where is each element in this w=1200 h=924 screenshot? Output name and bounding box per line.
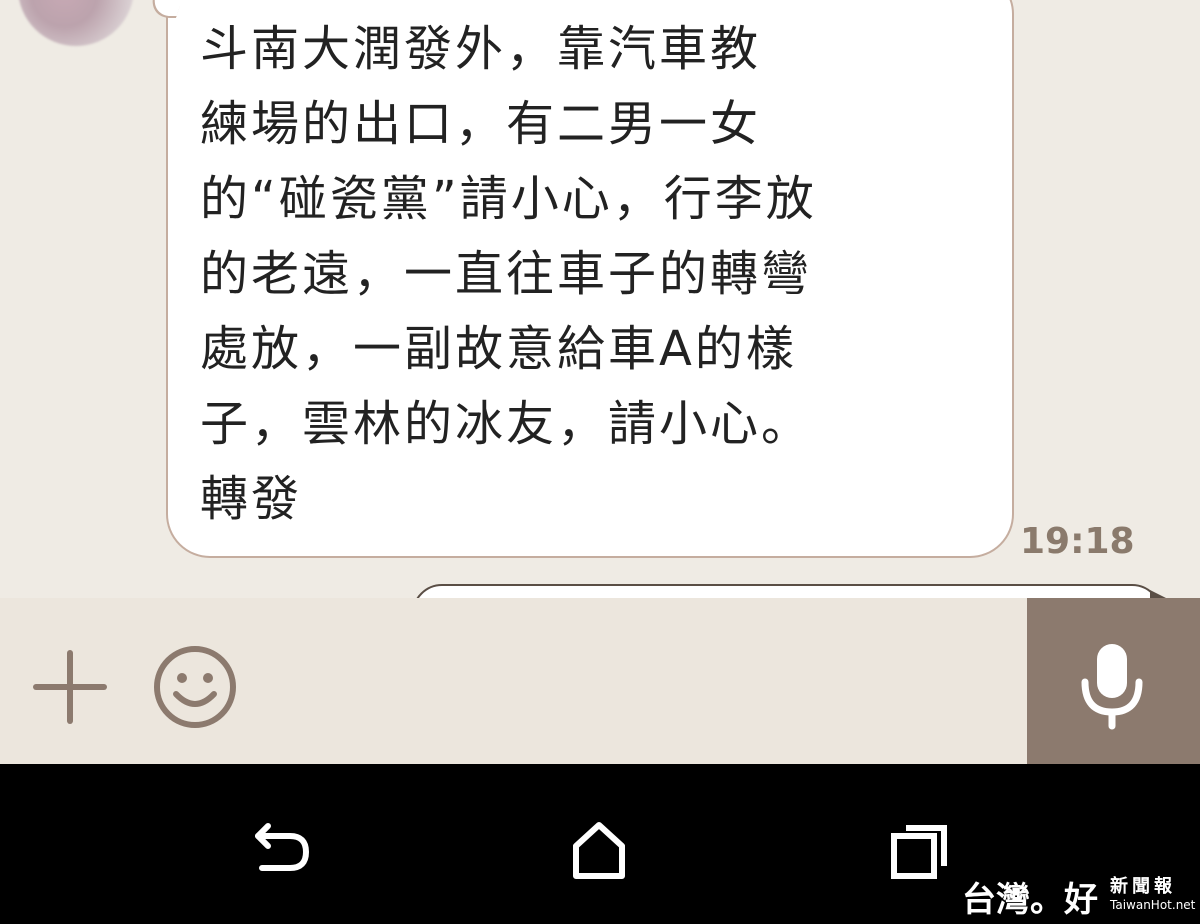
watermark-site: TaiwanHot.net [1110,898,1196,912]
message-line: 的“碰瓷黨”請小心，行李放 [200,171,817,227]
sender-avatar[interactable] [18,0,134,46]
plus-icon [33,650,107,724]
next-message-bubble-tail [1150,590,1166,598]
message-text: 斗南大潤發外，靠汽車教 練場的出口，有二男一女 的“碰瓷黨”請小心，行李放 的老… [200,12,1000,537]
message-line: 子，雲林的冰友，請小心。 [200,396,813,452]
emoji-button[interactable] [150,642,240,732]
message-line: 的老遠，一直往車子的轉彎 [200,246,813,302]
watermark-brand: 台灣。好 [962,880,1098,920]
message-line: 練場的出口，有二男一女 [200,96,762,152]
add-attachment-button[interactable] [30,647,110,727]
back-arrow-icon [255,823,309,871]
chat-area: 斗南大潤發外，靠汽車教 練場的出口，有二男一女 的“碰瓷黨”請小心，行李放 的老… [0,0,1200,598]
smiley-icon [154,646,236,728]
recent-apps-button[interactable] [884,816,954,886]
home-icon [573,822,625,879]
home-button[interactable] [564,816,634,886]
recent-apps-icon [891,825,947,879]
watermark-subtitle: 新聞報 [1110,876,1176,897]
voice-message-button[interactable] [1027,598,1200,764]
microphone-icon [1081,644,1143,730]
message-line: 轉發 [200,471,303,527]
message-line: 處放，一副故意給車A的樣 [200,321,797,377]
android-navigation-bar: 台灣。好 新聞報 TaiwanHot.net [0,764,1200,924]
next-message-bubble[interactable] [412,584,1162,598]
site-watermark: 台灣。好 新聞報 TaiwanHot.net [962,870,1196,920]
message-line: 斗南大潤發外，靠汽車教 [200,21,762,77]
message-input-bar [0,598,1200,764]
message-timestamp: 19:18 [1020,521,1135,562]
back-button[interactable] [244,816,314,886]
